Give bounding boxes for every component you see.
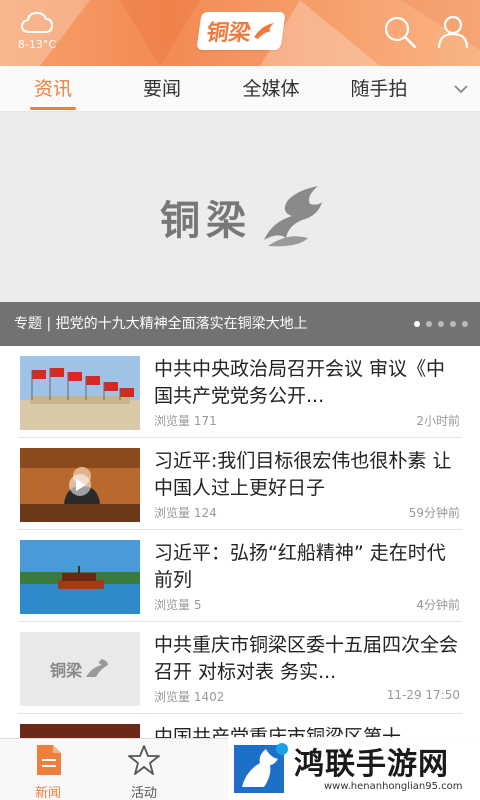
news-views: 浏览量 1402 [154, 690, 225, 704]
carousel-dot[interactable] [426, 321, 432, 327]
star-icon [128, 745, 160, 775]
carousel-dot[interactable] [450, 321, 456, 327]
thumb-logo-text: 铜梁 [49, 661, 82, 680]
news-thumbnail [20, 356, 140, 430]
tab-headlines[interactable]: 要闻 [131, 66, 193, 112]
carousel-indicator [414, 321, 468, 327]
app-logo: 铜梁 [193, 10, 289, 52]
search-button[interactable] [382, 14, 418, 54]
tab-all-media[interactable]: 全媒体 [232, 66, 310, 112]
site-watermark: 鸿联手游网 www.henanhonglian95.com [228, 737, 480, 800]
news-time: 2小时前 [416, 414, 460, 428]
news-title: 习近平:我们目标很宏伟也很朴素 让中国人过上更好日子 [154, 450, 452, 499]
list-item[interactable]: 中共中央政治局召开会议 审议《中国共产党党务公开... 浏览量 171 2小时前 [0, 346, 480, 438]
category-tabs: 资讯 要闻 全媒体 随手拍 [0, 66, 480, 112]
list-item[interactable]: 铜梁 中共重庆市铜梁区委十五届四次全会召开 对标对表 务实... 浏览量 140… [0, 622, 480, 714]
news-time: 59分钟前 [408, 506, 460, 520]
dragon-logo-icon [254, 23, 275, 39]
dragon-logo-icon [264, 186, 322, 247]
app-header: 8-13°C 铜梁 [0, 0, 480, 66]
banner-logo-text: 铜梁 [160, 198, 252, 244]
nav-news[interactable]: 新闻 [18, 743, 78, 800]
logo-text: 铜梁 [204, 21, 253, 46]
news-views: 浏览量 171 [154, 414, 217, 428]
cloud-icon [20, 11, 54, 33]
dragon-logo-icon [86, 659, 108, 677]
nav-activities[interactable]: 活动 [114, 743, 174, 800]
chevron-down-icon [454, 85, 468, 94]
weather-widget[interactable]: 8-13°C [12, 10, 62, 51]
banner-caption[interactable]: 专题 | 把党的十九大精神全面落实在铜梁大地上 [0, 302, 480, 346]
banner-logo: 铜梁 [160, 182, 328, 252]
tab-news[interactable]: 资讯 [22, 66, 84, 112]
carousel-dot[interactable] [414, 321, 420, 327]
carousel-dot[interactable] [462, 321, 468, 327]
horse-logo-icon [234, 743, 288, 793]
news-thumbnail: 铜梁 [20, 632, 140, 706]
news-title: 习近平：弘扬“红船精神” 走在时代前列 [154, 542, 446, 591]
news-thumbnail [20, 448, 140, 522]
news-views: 浏览量 124 [154, 506, 217, 520]
list-item[interactable]: 习近平：弘扬“红船精神” 走在时代前列 浏览量 5 4分钟前 [0, 530, 480, 622]
list-item[interactable]: 习近平:我们目标很宏伟也很朴素 让中国人过上更好日子 浏览量 124 59分钟前 [0, 438, 480, 530]
banner-caption-text: 专题 | 把党的十九大精神全面落实在铜梁大地上 [14, 316, 308, 332]
news-title: 中共中央政治局召开会议 审议《中国共产党党务公开... [154, 358, 446, 407]
news-time: 11-29 17:50 [386, 688, 460, 702]
more-tabs-button[interactable] [452, 80, 470, 102]
watermark-text: 鸿联手游网 [294, 747, 449, 782]
carousel-dot[interactable] [438, 321, 444, 327]
user-icon [437, 15, 469, 49]
news-icon [37, 745, 61, 775]
news-time: 4分钟前 [416, 598, 460, 612]
watermark-url: www.henanhonglian95.com [324, 781, 463, 792]
nav-label: 活动 [130, 786, 157, 800]
search-icon [384, 16, 417, 49]
nav-label: 新闻 [34, 786, 61, 800]
weather-temp: 8-13°C [17, 38, 57, 51]
banner-carousel[interactable]: 铜梁 专题 | 把党的十九大精神全面落实在铜梁大地上 [0, 112, 480, 346]
user-button[interactable] [436, 14, 470, 54]
tab-snapshot[interactable]: 随手拍 [340, 66, 418, 112]
news-thumbnail [20, 540, 140, 614]
news-title: 中共重庆市铜梁区委十五届四次全会召开 对标对表 务实... [154, 634, 459, 683]
news-views: 浏览量 5 [154, 598, 202, 612]
